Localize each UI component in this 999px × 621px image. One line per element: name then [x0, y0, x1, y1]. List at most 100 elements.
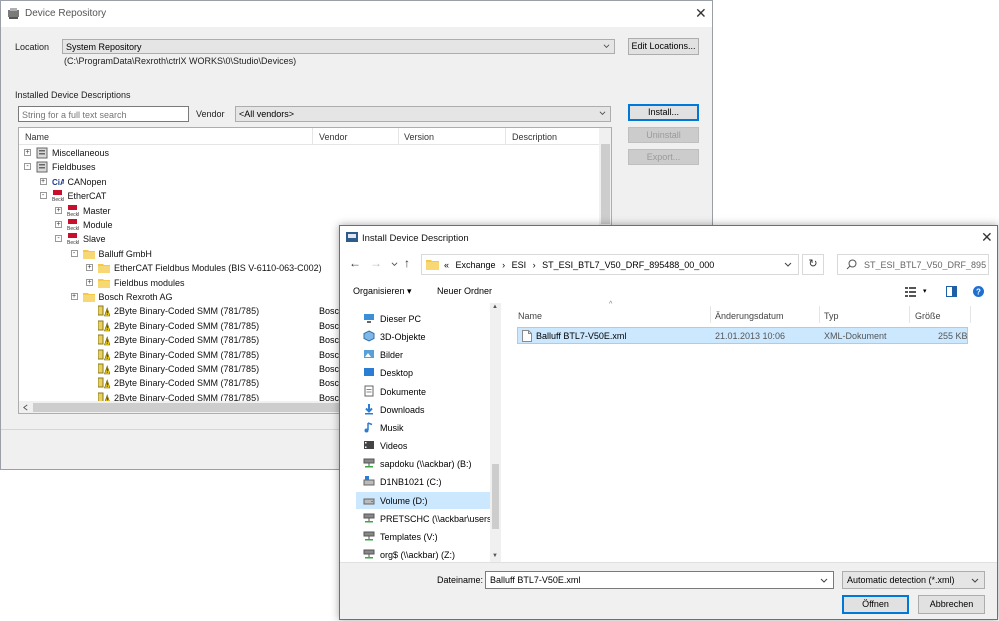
nav-item[interactable]: Dieser PC: [356, 310, 491, 327]
repo-close-icon[interactable]: ✕: [695, 6, 707, 20]
dialog-close-icon[interactable]: ✕: [981, 230, 993, 244]
nav-item[interactable]: org$ (\\ackbar) (Z:): [356, 546, 491, 562]
col-type[interactable]: Typ: [824, 311, 839, 321]
scroll-thumb[interactable]: [33, 403, 353, 412]
system-drive-icon: [363, 475, 375, 487]
expand-icon[interactable]: +: [55, 221, 62, 228]
folder-search-box[interactable]: ST_ESI_BTL7_V50_DRF_89548...: [837, 254, 989, 275]
nav-item[interactable]: Templates (V:): [356, 528, 491, 545]
xml-file-icon: [522, 330, 532, 342]
vendor-combo[interactable]: <All vendors>: [235, 106, 611, 122]
new-folder-button[interactable]: Neuer Ordner: [437, 286, 492, 296]
breadcrumb-exchange[interactable]: Exchange: [456, 260, 496, 270]
file-list: ^ Name Änderungsdatum Typ Größe Balluff …: [505, 301, 997, 562]
nav-item[interactable]: sapdoku (\\ackbar) (B:): [356, 455, 491, 472]
col-name[interactable]: Name: [25, 132, 49, 142]
view-options-icon[interactable]: [905, 286, 916, 297]
filetype-select[interactable]: Automatic detection (*.xml): [842, 571, 985, 589]
collapse-icon[interactable]: -: [24, 163, 31, 171]
file-name: Balluff BTL7-V50E.xml: [536, 331, 627, 341]
nav-item-label: D1NB1021 (C:): [380, 477, 442, 488]
nav-item[interactable]: Volume (D:): [356, 491, 491, 509]
svg-text:CiA: CiA: [52, 178, 64, 187]
breadcrumb-separator[interactable]: ›: [502, 260, 505, 270]
nav-item[interactable]: Dokumente: [356, 383, 491, 400]
scroll-thumb[interactable]: [492, 464, 499, 529]
preview-pane-icon[interactable]: [946, 286, 957, 297]
file-row[interactable]: Balluff BTL7-V50E.xml 21.01.2013 10:06 X…: [517, 327, 968, 344]
collapse-icon[interactable]: -: [70, 249, 78, 257]
back-arrow-icon[interactable]: ←: [349, 256, 361, 270]
nav-item[interactable]: D1NB1021 (C:): [356, 473, 491, 490]
tree-item-label: 2Byte Binary-Coded SMM (781/785): [114, 364, 260, 374]
col-size[interactable]: Größe: [915, 311, 941, 321]
breadcrumb-esi[interactable]: ESI: [512, 260, 527, 270]
chevron-left-icon[interactable]: [22, 404, 29, 411]
col-vendor[interactable]: Vendor: [319, 132, 348, 142]
scroll-thumb[interactable]: [601, 144, 610, 224]
warning-device-icon: [97, 305, 111, 317]
beckhoff-icon: Beckh: [67, 204, 81, 218]
navigation-pane-scrollbar[interactable]: ▲ ▼: [490, 303, 501, 562]
forward-arrow-icon[interactable]: →: [370, 256, 382, 270]
collapse-icon[interactable]: -: [55, 235, 62, 243]
up-arrow-icon[interactable]: ↑: [404, 256, 410, 270]
folder-icon: [82, 248, 95, 260]
view-options-chevron-icon[interactable]: ▾: [923, 287, 927, 295]
chevron-down-icon[interactable]: [820, 577, 828, 585]
warning-device-icon: [97, 349, 111, 361]
tree-row[interactable]: + Miscellaneous: [19, 146, 599, 160]
nav-item[interactable]: 3D-Objekte: [356, 328, 491, 345]
nav-item[interactable]: Videos: [356, 437, 491, 454]
breadcrumb-current-folder[interactable]: ST_ESI_BTL7_V50_DRF_895488_00_000: [542, 260, 714, 270]
scroll-up-icon[interactable]: ▲: [492, 304, 498, 310]
address-bar[interactable]: « Exchange › ESI › ST_ESI_BTL7_V50_DRF_8…: [421, 254, 799, 275]
export-button[interactable]: Export...: [628, 149, 699, 165]
tree-item-label: 2Byte Binary-Coded SMM (781/785): [114, 320, 260, 331]
breadcrumb-overflow[interactable]: «: [444, 260, 449, 270]
tree-item-label: Balluff GmbH: [98, 248, 152, 259]
col-description[interactable]: Description: [512, 132, 557, 142]
tree-row[interactable]: + CiACANopen: [19, 175, 599, 189]
tree-item-label: Slave: [83, 234, 106, 245]
breadcrumb-separator[interactable]: ›: [533, 260, 536, 270]
recent-locations-chevron-icon[interactable]: [391, 261, 398, 268]
col-modified-date[interactable]: Änderungsdatum: [715, 311, 784, 321]
refresh-button[interactable]: ↻: [802, 254, 824, 275]
install-button[interactable]: Install...: [628, 104, 699, 121]
filename-input[interactable]: Balluff BTL7-V50E.xml: [485, 571, 834, 589]
nav-item[interactable]: PRETSCHC (\\ackbar\users$: [356, 510, 497, 527]
chevron-down-icon: [599, 111, 606, 115]
tree-row[interactable]: -BeckhEtherCAT: [19, 189, 599, 203]
tree-row[interactable]: + Beckh Master: [19, 204, 599, 218]
expand-icon[interactable]: +: [70, 293, 78, 300]
nav-item-label: Musik: [380, 422, 404, 433]
col-version[interactable]: Version: [404, 132, 434, 142]
location-value: System Repository: [66, 42, 142, 52]
nav-item[interactable]: Downloads: [356, 401, 491, 418]
location-combo[interactable]: System Repository: [62, 39, 615, 54]
collapse-icon[interactable]: -: [39, 192, 47, 200]
cancel-button[interactable]: Abbrechen: [918, 595, 985, 614]
organize-button[interactable]: Organisieren ▾: [353, 286, 412, 297]
expand-icon[interactable]: +: [55, 206, 62, 214]
tree-row[interactable]: - Fieldbuses: [19, 160, 599, 174]
help-icon[interactable]: ?: [973, 286, 984, 297]
filename-label: Dateiname:: [437, 575, 484, 585]
expand-icon[interactable]: +: [86, 278, 93, 286]
expand-icon[interactable]: +: [24, 149, 31, 156]
expand-icon[interactable]: +: [39, 177, 47, 185]
edit-locations-button[interactable]: Edit Locations...: [628, 38, 699, 55]
nav-item[interactable]: Desktop: [356, 364, 491, 381]
warning-device-icon: [97, 392, 110, 401]
full-text-search-input[interactable]: [18, 106, 189, 122]
nav-item[interactable]: Musik: [356, 419, 491, 436]
col-file-name[interactable]: Name: [518, 311, 542, 321]
open-button[interactable]: Öffnen: [842, 595, 909, 614]
scroll-down-icon[interactable]: ▼: [492, 553, 498, 559]
nav-item[interactable]: Bilder: [356, 346, 491, 363]
svg-text:Beckh: Beckh: [67, 226, 79, 231]
uninstall-button[interactable]: Uninstall: [628, 127, 699, 143]
chevron-down-icon[interactable]: [784, 261, 792, 269]
expand-icon[interactable]: +: [86, 264, 93, 272]
